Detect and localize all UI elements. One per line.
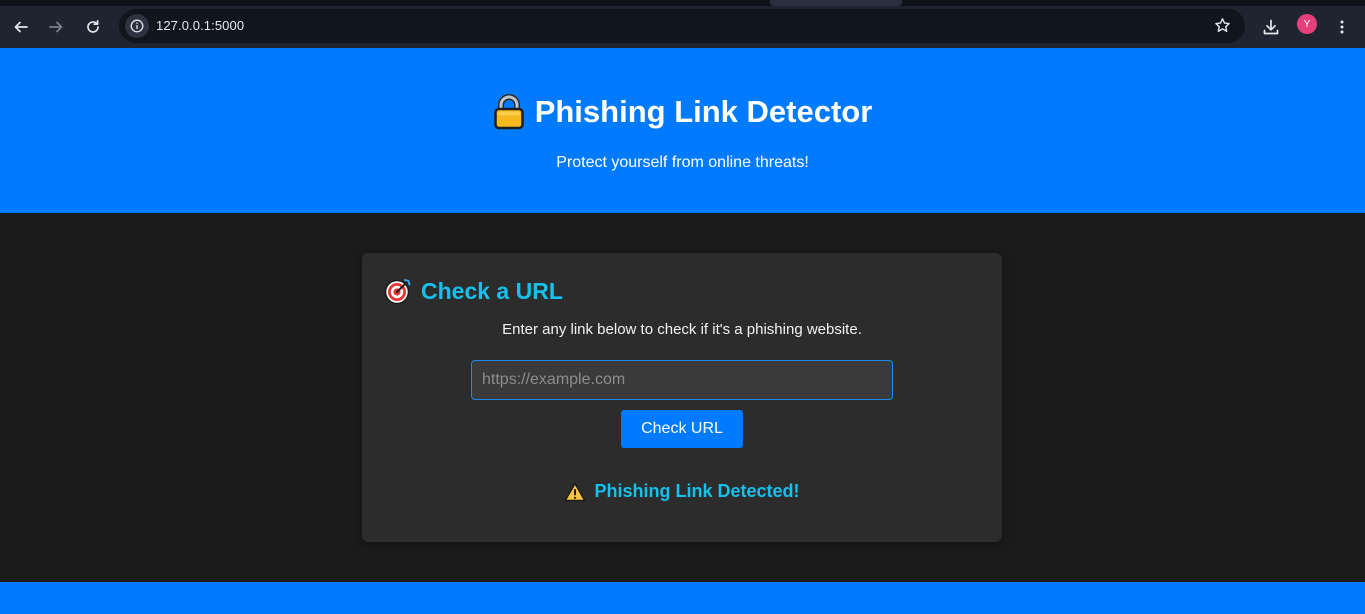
browser-menu-button[interactable]: [1328, 13, 1356, 41]
arrow-right-icon: [49, 21, 63, 33]
result-message: Phishing Link Detected!: [362, 481, 1002, 502]
lock-icon: [493, 94, 524, 130]
active-tab[interactable]: [770, 0, 902, 6]
page-header: Phishing Link Detector Protect yourself …: [0, 48, 1365, 213]
bookmark-button[interactable]: [1214, 17, 1231, 39]
reload-button[interactable]: [79, 13, 107, 41]
back-button[interactable]: [7, 13, 35, 41]
card-header: Check a URL: [384, 277, 563, 305]
page-title: Phishing Link Detector: [534, 94, 873, 129]
card-title: Check a URL: [421, 277, 563, 304]
arrow-left-icon: [14, 21, 28, 33]
forward-button[interactable]: [42, 13, 70, 41]
check-url-button[interactable]: Check URL: [621, 410, 743, 448]
download-icon: [1263, 19, 1279, 35]
page-title-row: Phishing Link Detector: [0, 94, 1365, 130]
reload-icon: [87, 19, 99, 33]
page-subtitle: Protect yourself from online threats!: [556, 154, 809, 171]
downloads-button[interactable]: [1257, 13, 1285, 41]
url-check-card: Check a URL Enter any link below to chec…: [362, 253, 1002, 542]
more-vertical-icon: [1340, 20, 1344, 34]
address-bar[interactable]: 127.0.0.1:5000: [119, 9, 1245, 43]
card-description: Enter any link below to check if it's a …: [502, 321, 862, 338]
site-info-button[interactable]: [125, 14, 149, 38]
browser-toolbar: 127.0.0.1:5000 Y: [0, 0, 1365, 48]
profile-avatar[interactable]: Y: [1297, 14, 1317, 34]
target-icon: [384, 279, 411, 305]
page-footer: [0, 582, 1365, 614]
address-bar-url[interactable]: 127.0.0.1:5000: [156, 18, 244, 33]
info-icon: [130, 19, 144, 33]
warning-icon: [564, 482, 587, 501]
star-icon: [1215, 18, 1230, 32]
url-input[interactable]: [471, 360, 893, 400]
result-text: Phishing Link Detected!: [594, 481, 800, 501]
